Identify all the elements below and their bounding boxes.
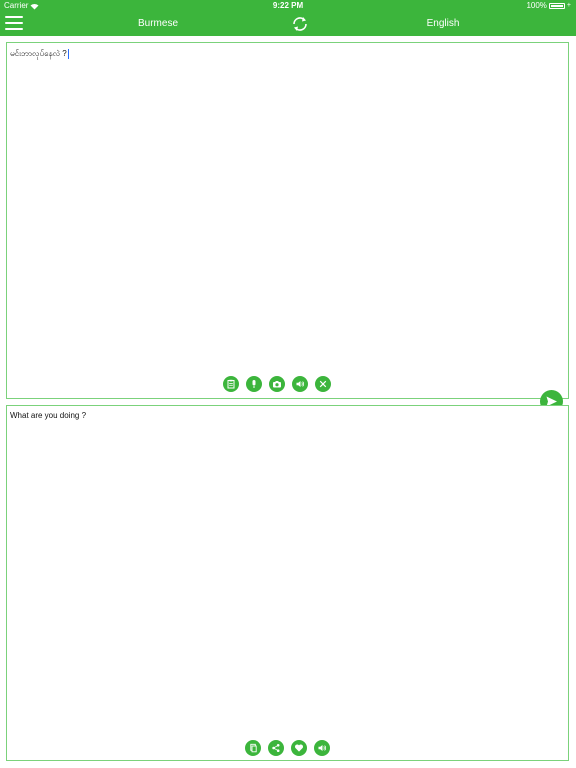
text-caret	[67, 48, 69, 59]
target-language-button[interactable]: English	[373, 12, 513, 36]
nav-bar: Burmese English	[0, 12, 576, 36]
charging-icon: +	[566, 2, 571, 9]
status-bar: Carrier 9:22 PM 100% +	[0, 0, 576, 12]
source-text-panel[interactable]: မင်းဘာလုပ်နေလဲ ?	[6, 42, 569, 399]
source-language-button[interactable]: Burmese	[88, 12, 228, 36]
share-icon[interactable]	[268, 740, 284, 756]
camera-icon[interactable]	[269, 376, 285, 392]
speaker-icon[interactable]	[314, 740, 330, 756]
status-time: 9:22 PM	[272, 1, 304, 10]
clear-icon[interactable]	[315, 376, 331, 392]
source-text: မင်းဘာလုပ်နေလဲ ?	[10, 49, 67, 58]
battery-indicator: 100% +	[526, 0, 571, 12]
battery-icon	[548, 3, 565, 9]
swap-languages-icon[interactable]	[290, 15, 310, 33]
microphone-icon[interactable]	[246, 376, 262, 392]
heart-icon[interactable]	[291, 740, 307, 756]
copy-icon[interactable]	[245, 740, 261, 756]
hamburger-menu-icon[interactable]	[5, 16, 23, 32]
translated-text: What are you doing ?	[10, 411, 87, 420]
speaker-icon[interactable]	[292, 376, 308, 392]
source-text-area[interactable]: မင်းဘာလုပ်နေလဲ ?	[10, 48, 69, 60]
battery-percent: 100%	[526, 1, 547, 10]
target-text-panel: What are you doing ?	[6, 405, 569, 761]
source-toolbar	[223, 376, 331, 392]
target-toolbar	[245, 740, 330, 756]
clipboard-icon[interactable]	[223, 376, 239, 392]
